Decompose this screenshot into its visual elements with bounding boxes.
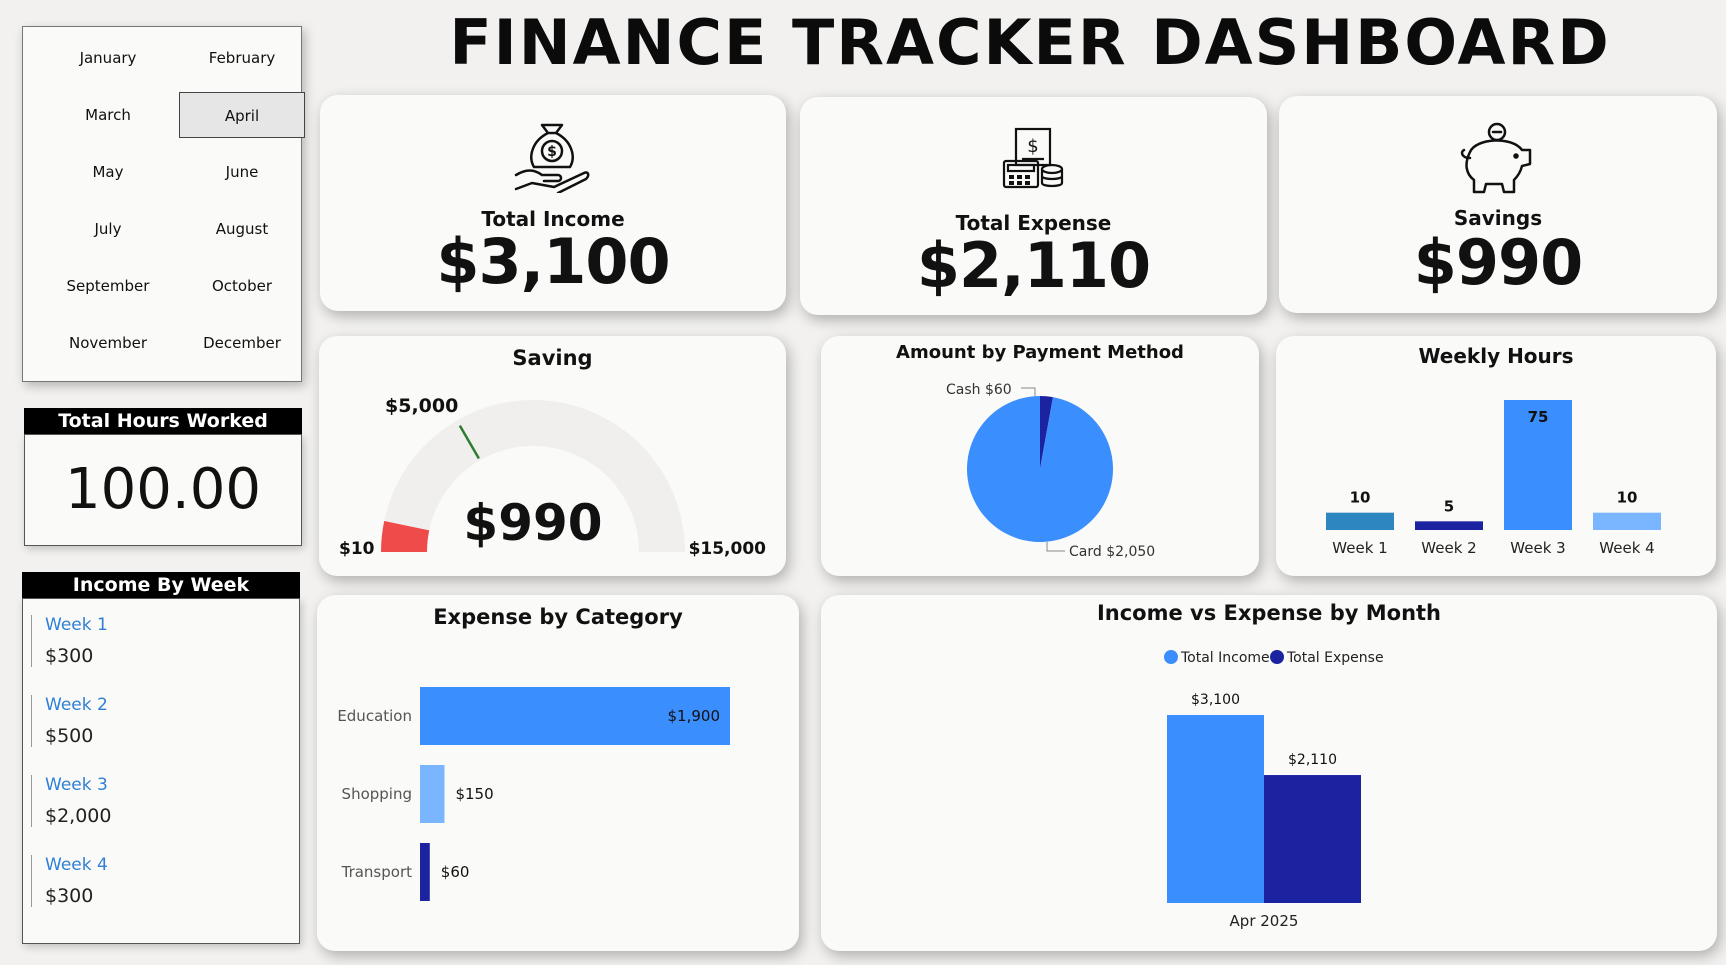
month-may[interactable]: May [45,149,171,195]
month-september[interactable]: September [45,263,171,309]
income-vs-expense-value-label: $2,110 [1288,752,1337,768]
legend-marker [1164,650,1178,664]
dashboard-title: FINANCE TRACKER DASHBOARD [449,6,1611,79]
total-expense-card: $ Total Expense $2,110 [800,97,1267,315]
weekly-hours-x-label: Week 4 [1599,539,1654,557]
month-june[interactable]: June [179,149,305,195]
weekly-hours-card: Weekly Hours 10 Week 1 5 Week 2 75 Week 3 10 We… [1276,336,1716,576]
payment-method-card: Amount by Payment Method Cash $60 Card $2… [821,336,1259,576]
pie-label-card: Card $2,050 [1069,544,1155,560]
svg-text:$: $ [547,144,557,160]
month-march[interactable]: March [45,92,171,138]
weekly-hours-x-label: Week 3 [1510,539,1565,557]
weekly-hours-bar[interactable] [1593,512,1661,530]
payment-method-pie: Cash $60 Card $2,050 [946,382,1155,560]
expense-category-value-label: $150 [455,785,493,803]
income-vs-expense-bar[interactable] [1264,775,1361,903]
invoice-calculator-icon: $ [1002,127,1064,189]
month-august[interactable]: August [179,206,305,252]
income-vs-expense-chart: Total Income Total Expense $3,100 $2,110 Apr… [1164,650,1384,930]
expense-category-label: Transport [341,863,413,881]
hours-value: 100.00 [65,457,261,522]
saving-gauge-card: Saving $990 $10 $15,000 $5,000 [319,336,786,576]
income-vs-expense-card: Income vs Expense by Month Total Income T… [821,595,1717,951]
month-february[interactable]: February [179,35,305,81]
hours-card: 100.00 [24,434,302,546]
month-october[interactable]: October [179,263,305,309]
week-income-label: Week 4 [45,855,108,875]
total-income-card: $ Total Income $3,100 [320,95,786,311]
expense-category-chart: Education $1,900 Shopping $150 Transport $60 [337,687,730,901]
weekly-hours-value-label: 10 [1617,489,1638,507]
gauge-min-label: $10 [339,539,375,559]
saving-gauge: $990 $10 $15,000 $5,000 [339,395,767,559]
week-income-item: Week 1 $300 [31,615,285,667]
gauge-max-label: $15,000 [689,539,767,559]
pie-label-cash: Cash $60 [946,382,1012,398]
weekly-hours-value-label: 10 [1350,489,1371,507]
expense-category-label: Shopping [342,785,412,803]
weekly-hours-x-label: Week 1 [1332,539,1387,557]
month-slicer: January February March April May June July Augu… [22,26,305,382]
expense-category-card: Expense by Category Education $1,900 Shopp… [317,595,799,951]
expense-category-value-label: $1,900 [668,707,721,725]
week-income-amount: $300 [45,885,94,907]
week-income-label: Week 2 [45,695,108,715]
legend-label: Total Income [1180,650,1270,666]
hours-header: Total Hours Worked [24,408,302,434]
savings-card: Savings $990 [1279,96,1717,313]
total-expense-value: $2,110 [916,229,1151,302]
total-income-value: $3,100 [436,225,670,298]
weekly-hours-bar[interactable] [1415,521,1483,530]
week-income-amount: $300 [45,645,94,667]
week-income-label: Week 3 [45,775,108,795]
income-vs-expense-bar[interactable] [1167,715,1264,903]
income-vs-expense-value-label: $3,100 [1191,692,1240,708]
legend-marker [1270,650,1284,664]
expense-category-value-label: $60 [441,863,470,881]
expense-category-bar[interactable] [420,843,430,901]
gauge-value-label: $990 [463,494,602,552]
money-bag-hand-icon: $ [514,123,590,193]
week-income-item: Week 4 $300 [31,855,285,907]
weekly-hours-x-label: Week 2 [1421,539,1476,557]
expense-category-bar[interactable] [420,765,445,823]
weekly-hours-chart: 10 Week 1 5 Week 2 75 Week 3 10 Week 4 [1326,400,1661,557]
income-vs-expense-x-label: Apr 2025 [1230,912,1299,930]
week-income-item: Week 3 $2,000 [31,775,285,827]
income-by-week-header: Income By Week [22,572,300,598]
income-by-week-card: Week 1 $300 Week 2 $500 Week 3 $2,000 Week 4 $3… [22,598,300,944]
month-january[interactable]: January [45,35,171,81]
weekly-hours-value-label: 5 [1444,497,1454,515]
pie-leader-line [1046,542,1065,552]
savings-value: $990 [1413,226,1584,299]
month-july[interactable]: July [45,206,171,252]
legend-label: Total Expense [1286,650,1384,666]
week-income-item: Week 2 $500 [31,695,285,747]
month-november[interactable]: November [45,320,171,366]
week-income-label: Week 1 [45,615,108,635]
weekly-hours-value-label: 75 [1528,408,1549,426]
piggy-bank-icon [1460,122,1532,194]
week-income-amount: $2,000 [45,805,112,827]
month-april[interactable]: April [179,92,305,138]
month-december[interactable]: December [179,320,305,366]
svg-text:$: $ [1027,136,1038,157]
pie-slice[interactable] [967,396,1113,542]
expense-category-label: Education [337,707,412,725]
pie-leader-line [1021,387,1036,396]
weekly-hours-bar[interactable] [1326,512,1394,530]
income-vs-expense-legend: Total Income Total Expense [1164,650,1384,666]
gauge-target-label: $5,000 [385,395,458,417]
week-income-amount: $500 [45,725,94,747]
